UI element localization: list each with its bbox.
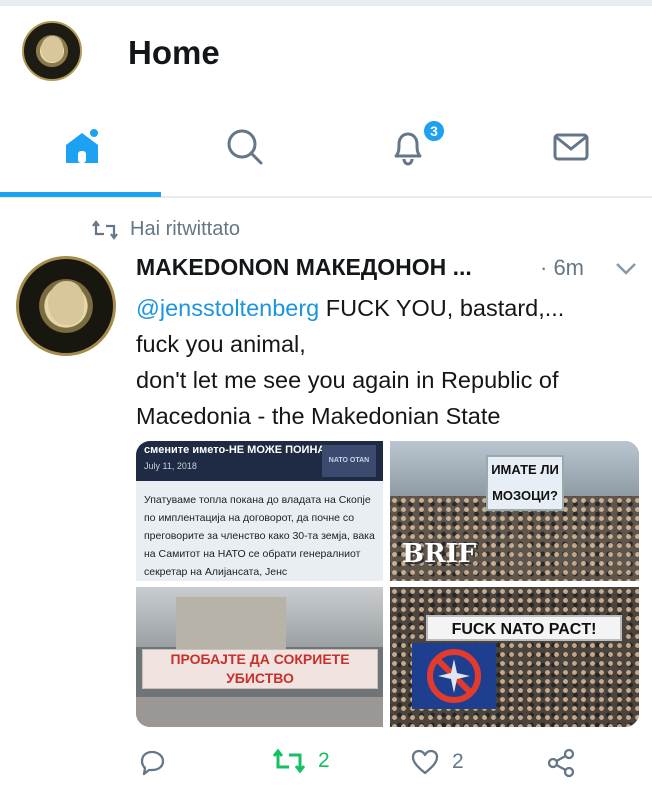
- avatar-emblem: [48, 281, 84, 325]
- news-thumbnail: NATO OTAN: [322, 445, 376, 477]
- tab-home[interactable]: [0, 98, 163, 196]
- mention-link[interactable]: @jensstoltenberg: [136, 295, 319, 321]
- share-button[interactable]: [546, 748, 576, 778]
- tab-messages[interactable]: [489, 98, 652, 196]
- protest-sign: ИМАТЕ ЛИ МОЗОЦИ?: [486, 455, 564, 511]
- retweet-count: 2: [318, 749, 330, 772]
- tweet-text-line: Macedonia - the Makedonian State: [136, 403, 501, 429]
- notification-badge: 3: [422, 119, 446, 143]
- heart-icon: [411, 749, 439, 775]
- nato-flag-graphic: [412, 643, 496, 709]
- tweet-text-line: FUCK YOU, bastard,...: [319, 295, 565, 321]
- chevron-down-icon[interactable]: [615, 262, 637, 276]
- author-name[interactable]: MAKEDONON МАКЕДОНОН ...: [136, 254, 524, 281]
- pavement: [136, 697, 383, 727]
- tweet-text-line: fuck you animal,: [136, 331, 306, 357]
- reply-button[interactable]: [138, 748, 178, 776]
- tab-search[interactable]: [163, 98, 326, 196]
- news-title: смените името-НЕ МОЖЕ ПОИНАКУ: [144, 444, 340, 456]
- media-street-photo[interactable]: ПРОБАЈТЕ ДА СОКРИЕТЕ УБИСТВО: [136, 587, 383, 727]
- share-icon: [547, 748, 575, 778]
- search-icon: [227, 129, 262, 165]
- news-body: Упатуваме топла покана до владата на Ско…: [144, 494, 375, 578]
- avatar-emblem: [41, 36, 63, 62]
- retweet-small-icon: [92, 219, 118, 240]
- retweet-context: Hai ritwittato: [92, 218, 240, 241]
- news-date: July 11, 2018: [144, 461, 197, 471]
- retweet-icon: [272, 748, 306, 774]
- retweet-button[interactable]: 2: [272, 748, 330, 774]
- author-avatar[interactable]: [16, 256, 116, 356]
- media-stadium-photo[interactable]: FUCK NATO PACT!: [390, 587, 639, 727]
- nato-banner: FUCK NATO PACT!: [426, 615, 622, 641]
- tweet-text-line: don't let me see you again in Republic o…: [136, 367, 559, 393]
- like-button[interactable]: 2: [410, 748, 464, 776]
- active-tab-indicator: [0, 192, 161, 197]
- tweet-actions: 2 2: [0, 740, 652, 790]
- tweet-text: @jensstoltenberg FUCK YOU, bastard,... f…: [136, 290, 636, 434]
- media-news-screenshot[interactable]: смените името-НЕ МОЖЕ ПОИНАКУ July 11, 2…: [136, 441, 383, 581]
- like-count: 2: [452, 750, 464, 773]
- reply-icon: [140, 750, 165, 776]
- media-grid: смените името-НЕ МОЖЕ ПОИНАКУ July 11, 2…: [136, 441, 639, 727]
- protest-banner: ПРОБАЈТЕ ДА СОКРИЕТЕ УБИСТВО: [142, 649, 378, 689]
- tab-bar: 3: [0, 98, 652, 198]
- page-title: Home: [128, 34, 220, 71]
- building: [176, 597, 286, 657]
- tab-notifications[interactable]: [326, 98, 489, 196]
- app-header: Home: [0, 6, 652, 98]
- home-icon: [65, 127, 100, 163]
- retweet-context-label: Hai ritwittato: [130, 218, 241, 240]
- news-header: смените името-НЕ МОЖЕ ПОИНАКУ July 11, 2…: [136, 441, 383, 481]
- media-protest-photo[interactable]: ИМАТЕ ЛИ МОЗОЦИ? BRIF: [390, 441, 639, 581]
- mail-icon: [553, 133, 588, 161]
- brif-logo: BRIF: [402, 539, 477, 569]
- tweet-timestamp: · 6m: [540, 255, 584, 280]
- profile-avatar[interactable]: [22, 21, 82, 81]
